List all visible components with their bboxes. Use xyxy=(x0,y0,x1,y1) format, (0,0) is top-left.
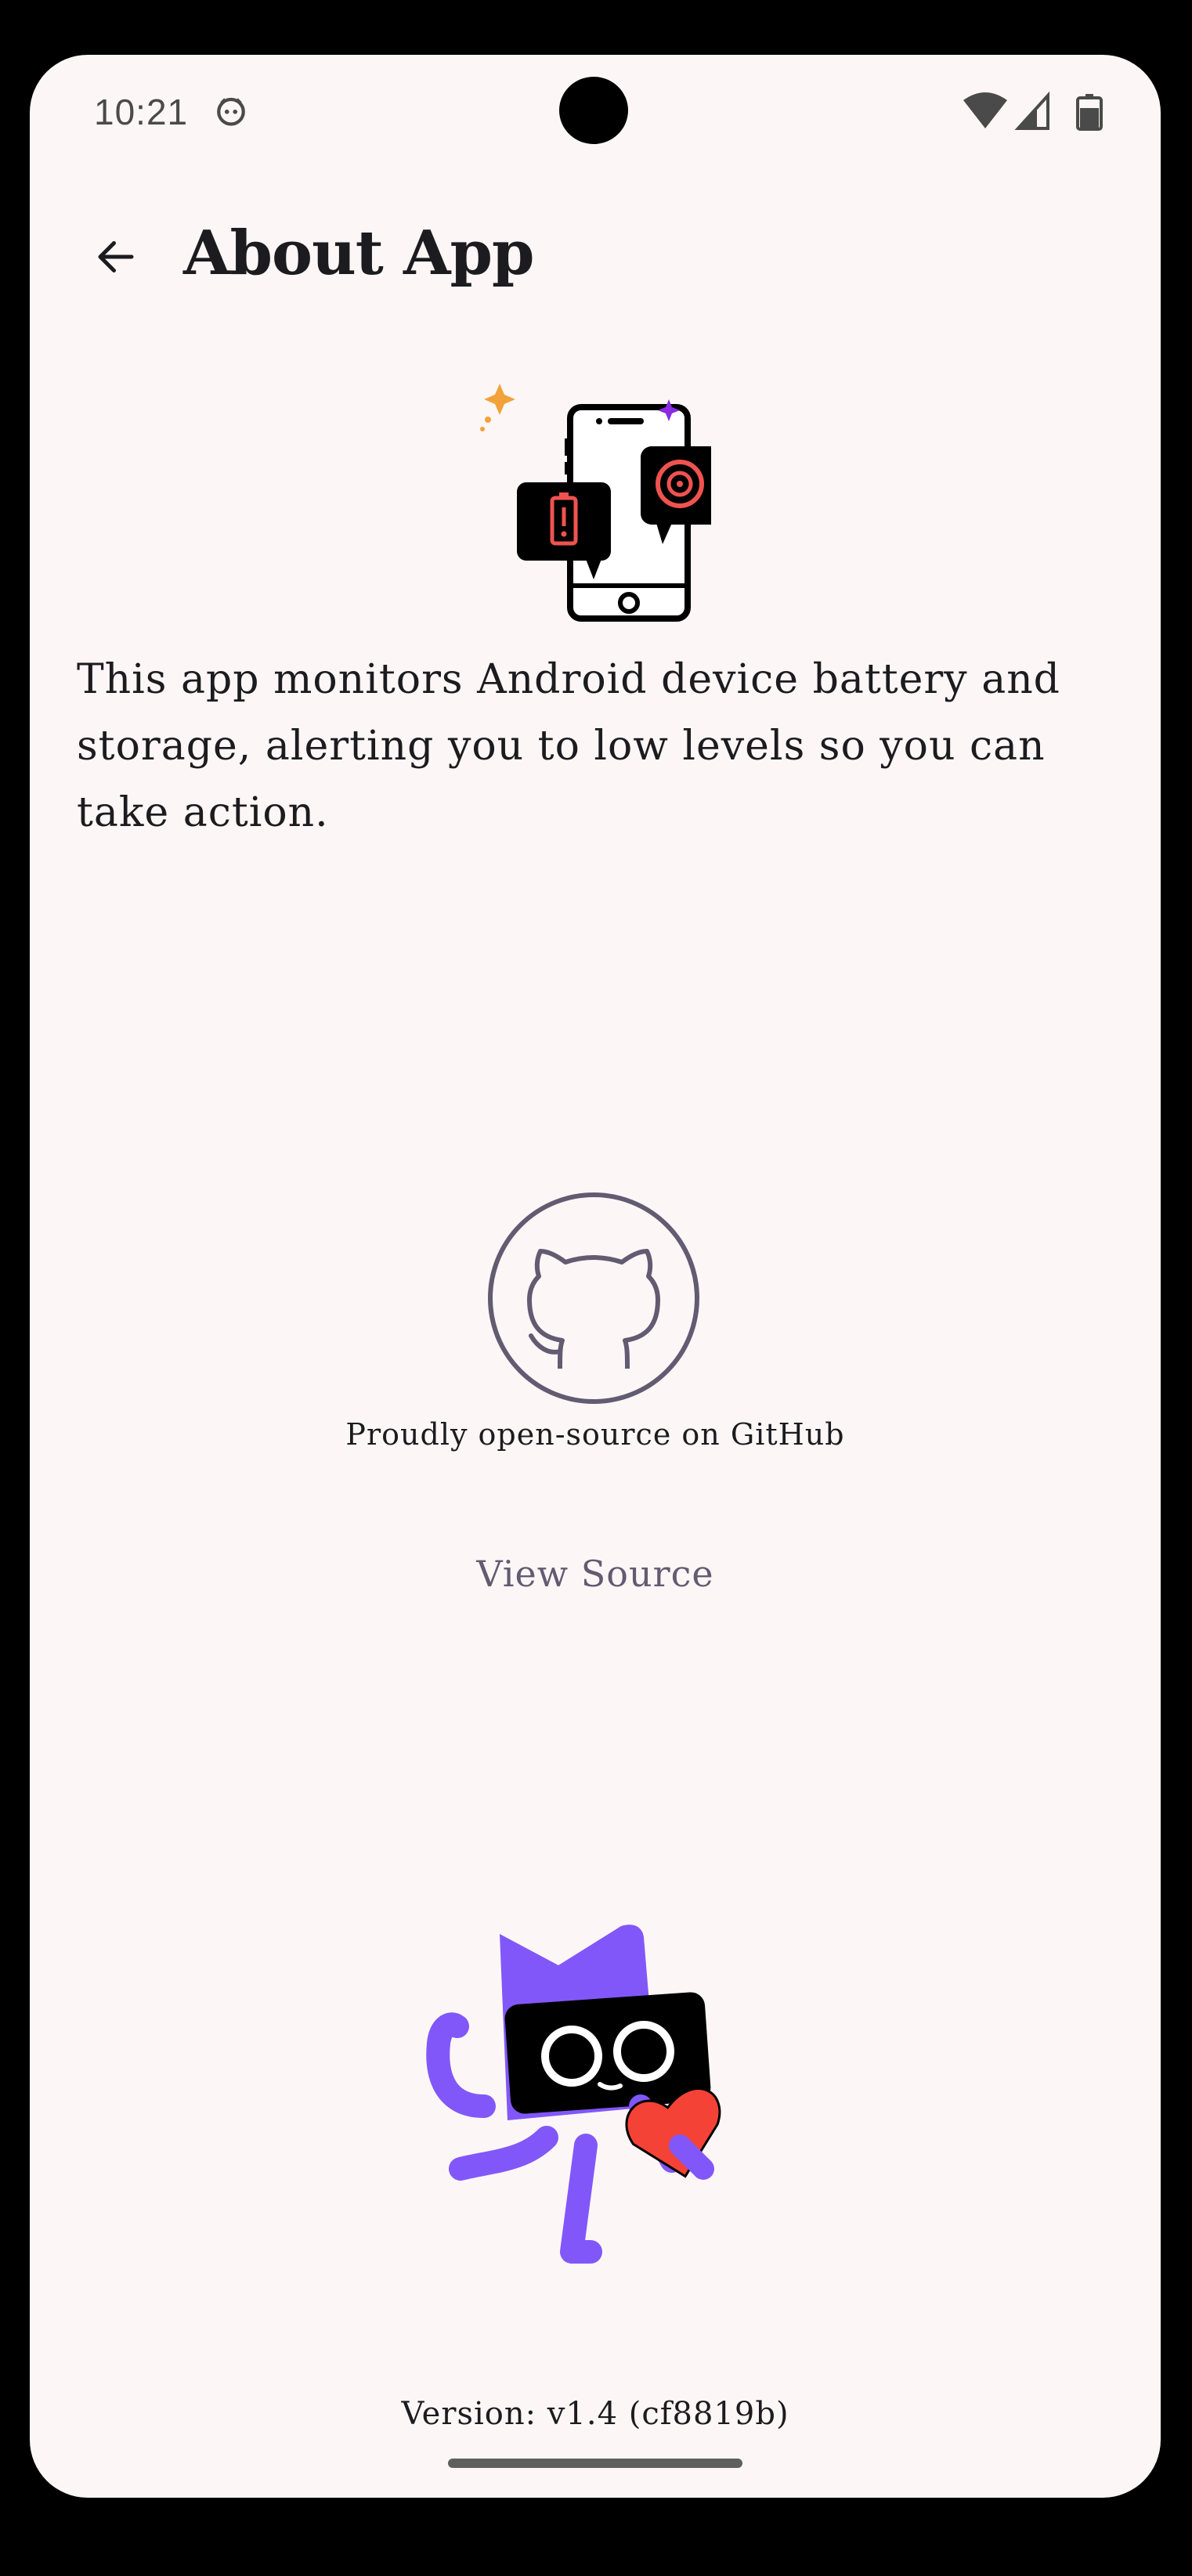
cat-face-icon xyxy=(217,97,245,126)
signal-icon xyxy=(1014,91,1049,130)
status-icons xyxy=(963,91,1103,131)
arrow-back-icon xyxy=(98,241,134,272)
phone-battery-storage-alert-illustration xyxy=(480,384,711,622)
version-label: Version: v1.4 (cf8819b) xyxy=(401,2396,789,2432)
github-caption: Proudly open-source on GitHub xyxy=(345,1417,845,1452)
battery-icon xyxy=(1076,94,1103,131)
github-icon xyxy=(488,1192,699,1404)
wifi-icon xyxy=(963,92,1007,128)
purple-cat-mascot-with-heart xyxy=(426,1925,721,2264)
app-description: This app monitors Android device battery… xyxy=(77,656,1060,836)
home-indicator[interactable] xyxy=(448,2459,742,2468)
device-frame: 10:21 About App This app monitors Androi… xyxy=(0,0,1192,2576)
page-title: About App xyxy=(183,218,535,289)
view-source-button[interactable]: View Source xyxy=(453,1539,738,1609)
front-camera xyxy=(559,77,628,144)
app-screen: 10:21 About App This app monitors Androi… xyxy=(30,55,1161,2498)
status-time: 10:21 xyxy=(94,92,189,132)
back-button[interactable] xyxy=(78,219,154,294)
